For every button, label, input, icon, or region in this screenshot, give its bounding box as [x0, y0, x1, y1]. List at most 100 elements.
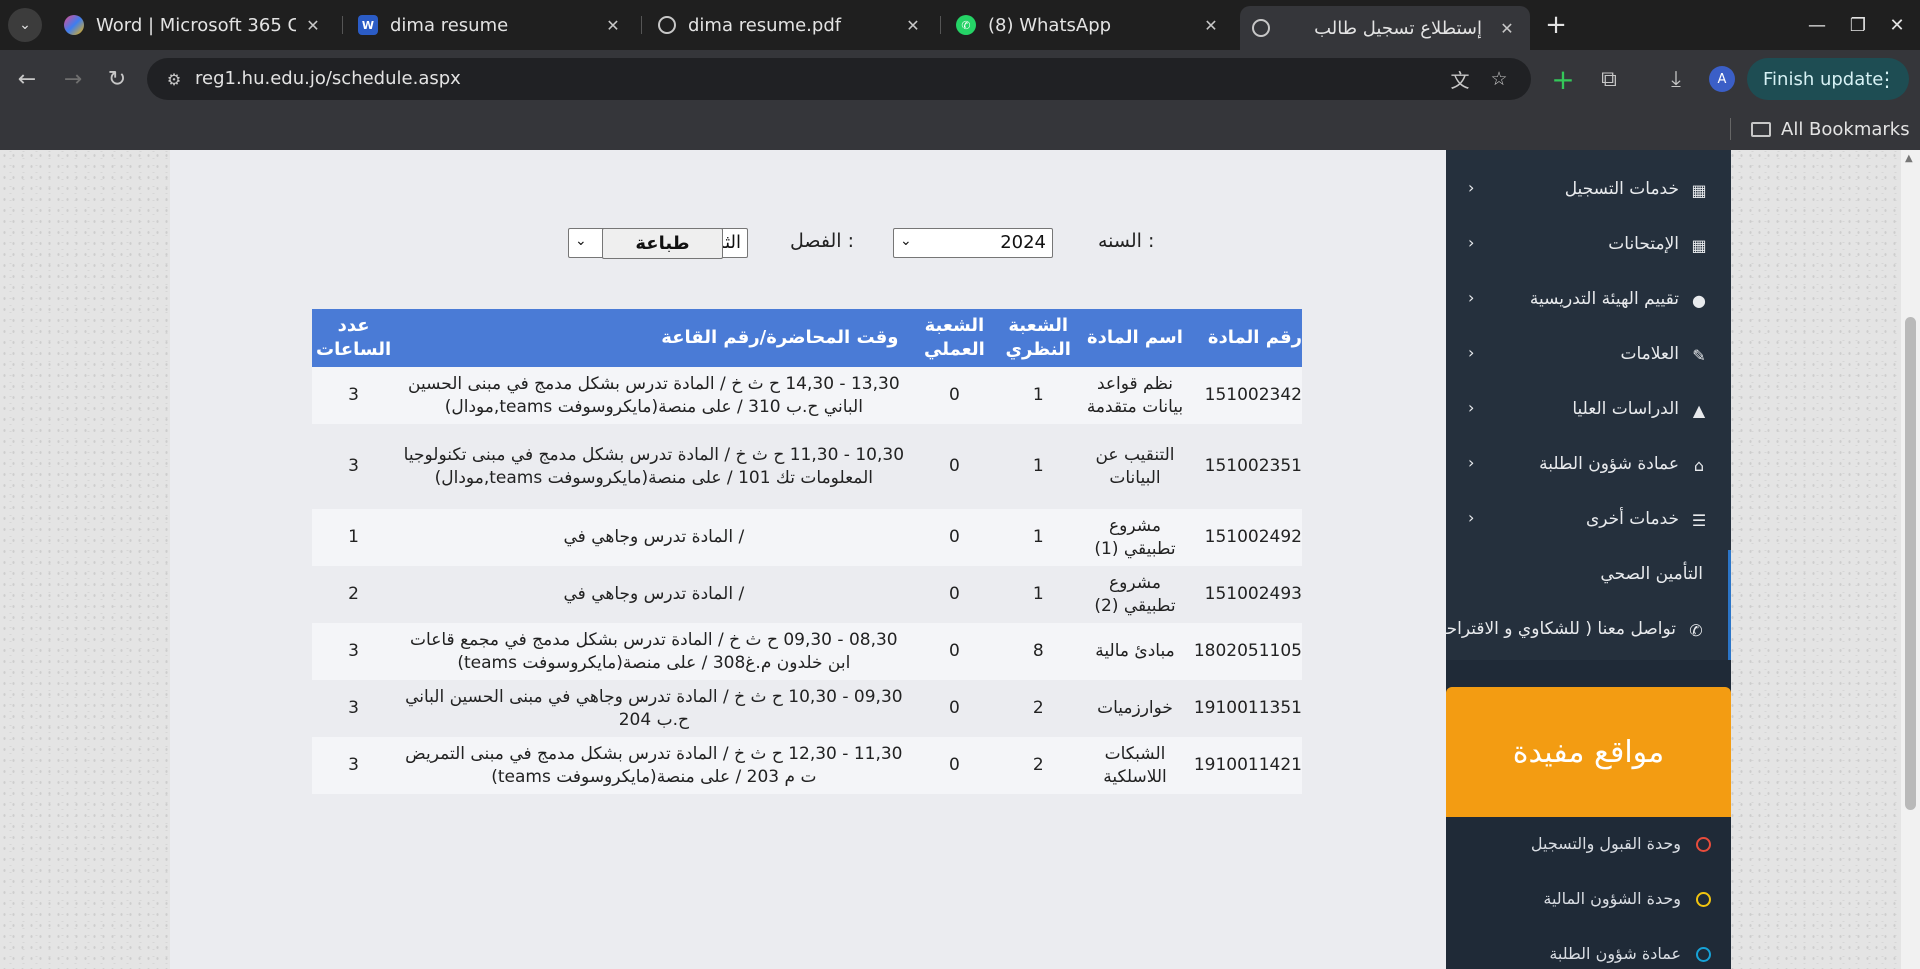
table-row: 1910011421 الشبكات اللاسلكية 2 0 11,30 -… — [312, 737, 1302, 794]
all-bookmarks-label: All Bookmarks — [1781, 118, 1910, 140]
minimize-button[interactable]: — — [1797, 8, 1837, 42]
year-select[interactable]: ⌄ 2024 — [893, 228, 1053, 258]
sidebar-item-label: العلامات — [1620, 344, 1679, 364]
sidebar-item-grades[interactable]: ✎ العلامات ‹ — [1446, 330, 1731, 385]
phone-icon: ✆ — [1689, 620, 1703, 640]
header-credit-hours: عدد الساعات — [312, 309, 396, 367]
copilot-icon — [64, 15, 84, 35]
link-label: وحدة الشؤون المالية — [1543, 889, 1681, 908]
chevron-down-icon: ⌄ — [900, 233, 912, 249]
cell-practical-section: 0 — [912, 680, 997, 737]
link-financial-affairs[interactable]: وحدة الشؤون المالية — [1446, 880, 1731, 920]
url-text[interactable]: reg1.hu.edu.jo/schedule.aspx — [195, 68, 461, 89]
cell-practical-section: 0 — [912, 367, 997, 424]
cell-course-code: 1910011351 — [1189, 680, 1302, 737]
page-scrollbar[interactable]: ▲ — [1901, 150, 1920, 969]
close-icon[interactable]: ✕ — [302, 16, 324, 35]
sidebar-item-faculty-evaluation[interactable]: ● تقييم الهيئة التدريسية ‹ — [1446, 275, 1731, 330]
cell-lecture-time: 09,30 - 10,30 ح ث خ / المادة تدرس وجاهي … — [395, 680, 913, 737]
tab-search-button[interactable]: ⌄ — [8, 8, 42, 42]
forward-button[interactable]: → — [56, 62, 90, 96]
close-window-button[interactable]: ✕ — [1877, 8, 1917, 42]
sidebar-item-health-insurance[interactable]: التأمين الصحي — [1446, 550, 1731, 605]
link-student-affairs[interactable]: عمادة شؤون الطلبة — [1446, 935, 1731, 969]
bookmark-star-icon[interactable]: ☆ — [1487, 67, 1511, 91]
close-icon[interactable]: ✕ — [1200, 16, 1222, 35]
header-course-code: رقم المادة — [1189, 309, 1302, 367]
restore-button[interactable]: ❐ — [1838, 8, 1878, 42]
profile-avatar[interactable]: A — [1709, 66, 1735, 92]
scrollbar-thumb[interactable] — [1905, 317, 1916, 810]
cell-credit-hours: 1 — [312, 509, 396, 566]
download-icon[interactable]: ⤓ — [1658, 61, 1694, 97]
tab-student-survey[interactable]: إستطلاع تسجيل طالب ✕ — [1240, 6, 1530, 50]
cell-theory-section: 2 — [996, 680, 1081, 737]
year-select-value: 2024 — [1000, 232, 1046, 253]
cell-credit-hours: 2 — [312, 566, 396, 623]
cell-practical-section: 0 — [912, 566, 997, 623]
extension-plus-icon[interactable]: + — [1545, 61, 1581, 97]
address-bar[interactable]: ⚙ reg1.hu.edu.jo/schedule.aspx 文 ☆ — [147, 58, 1531, 100]
cell-credit-hours: 3 — [312, 623, 396, 680]
tab-whatsapp[interactable]: ✆ (8) WhatsApp ✕ — [944, 8, 1234, 42]
cell-theory-section: 1 — [996, 566, 1081, 623]
sidebar-item-label: تواصل معنا ( للشكاوي و الاقتراحات — [1446, 619, 1676, 639]
chevron-down-icon: ⌄ — [575, 233, 587, 249]
tab-separator — [342, 16, 343, 34]
scroll-up-arrow-icon[interactable]: ▲ — [1905, 153, 1913, 164]
sidebar-item-other-services[interactable]: ☰ خدمات أخرى ‹ — [1446, 495, 1731, 550]
year-label: السنه : — [1098, 230, 1155, 252]
header-course-name: اسم المادة — [1080, 309, 1190, 367]
cell-practical-section: 0 — [912, 737, 997, 794]
translate-icon[interactable]: 文 — [1448, 67, 1472, 92]
sidebar-item-label: تقييم الهيئة التدريسية — [1529, 289, 1679, 309]
sidebar-item-label: خدمات أخرى — [1585, 509, 1679, 529]
table-icon: ▦ — [1691, 235, 1707, 255]
finish-update-label: Finish update — [1763, 68, 1884, 90]
print-button[interactable]: طباعة — [602, 228, 723, 259]
link-label: عمادة شؤون الطلبة — [1549, 944, 1681, 963]
cell-lecture-time: 11,30 - 12,30 ح ث خ / المادة تدرس بشكل م… — [395, 737, 913, 794]
close-icon[interactable]: ✕ — [602, 16, 624, 35]
sidebar-item-student-affairs[interactable]: ⌂ عمادة شؤون الطلبة ‹ — [1446, 440, 1731, 495]
sidebar-item-graduate-studies[interactable]: ▲ الدراسات العليا ‹ — [1446, 385, 1731, 440]
chevron-left-icon: ‹ — [1468, 398, 1475, 417]
extensions-icon[interactable]: ⧉ — [1591, 61, 1627, 97]
reload-button[interactable]: ↻ — [100, 62, 134, 96]
header-practical-section: الشعبة العملي — [912, 309, 997, 367]
back-button[interactable]: ← — [10, 62, 44, 96]
tab-word[interactable]: Word | Microsoft 365 Co ✕ — [52, 8, 336, 42]
page-viewport: السنه : ⌄ 2024 الفصل : ⌄ الثاني طباعة رق… — [0, 150, 1920, 969]
header-theory-section: الشعبة النظري — [996, 309, 1081, 367]
cell-lecture-time: 10,30 - 11,30 ح ث خ / المادة تدرس بشكل م… — [395, 424, 913, 509]
table-row: 151002351 التنقيب عن البيانات 1 0 10,30 … — [312, 424, 1302, 509]
more-menu-icon[interactable]: ⋮ — [1877, 67, 1897, 91]
all-bookmarks-button[interactable]: All Bookmarks — [1751, 116, 1910, 142]
new-tab-button[interactable]: + — [1541, 10, 1571, 40]
circle-icon — [1696, 947, 1711, 962]
whatsapp-icon: ✆ — [956, 15, 976, 35]
tab-title: dima resume.pdf — [688, 14, 842, 36]
bookmarks-bar: All Bookmarks — [0, 108, 1920, 150]
finish-update-button[interactable]: Finish update ⋮ — [1747, 58, 1909, 100]
chevron-left-icon: ‹ — [1468, 178, 1475, 197]
close-icon[interactable]: ✕ — [1496, 19, 1518, 38]
sidebar-item-registration-services[interactable]: ▦ خدمات التسجيل ‹ — [1446, 165, 1731, 220]
circle-icon — [1696, 837, 1711, 852]
header-lecture-time: وقت المحاضرة/رقم القاعة — [395, 309, 913, 367]
tab-dima-resume-pdf[interactable]: dima resume.pdf ✕ — [646, 8, 936, 42]
sidebar-item-contact-us[interactable]: ✆ تواصل معنا ( للشكاوي و الاقتراحات — [1446, 605, 1731, 660]
close-icon[interactable]: ✕ — [902, 16, 924, 35]
cell-course-name: مشروع تطبيقي (1) — [1080, 509, 1190, 566]
sidebar-item-label: الإمتحانات — [1608, 234, 1679, 254]
tab-dima-resume[interactable]: W dima resume ✕ — [346, 8, 636, 42]
globe-icon — [1252, 19, 1270, 37]
cell-theory-section: 1 — [996, 367, 1081, 424]
sidebar-item-label: الدراسات العليا — [1572, 399, 1679, 419]
link-admission-registration[interactable]: وحدة القبول والتسجيل — [1446, 825, 1731, 865]
sidebar-item-exams[interactable]: ▦ الإمتحانات ‹ — [1446, 220, 1731, 275]
site-settings-icon[interactable]: ⚙ — [163, 69, 185, 89]
cell-practical-section: 0 — [912, 623, 997, 680]
cell-theory-section: 2 — [996, 737, 1081, 794]
cell-course-name: نظم قواعد بيانات متقدمة — [1080, 367, 1190, 424]
